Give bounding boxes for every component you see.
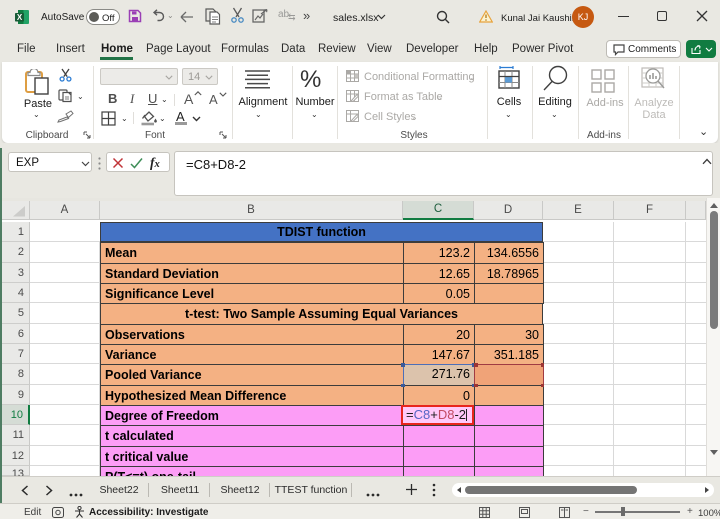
svg-text:X: X — [17, 13, 23, 22]
